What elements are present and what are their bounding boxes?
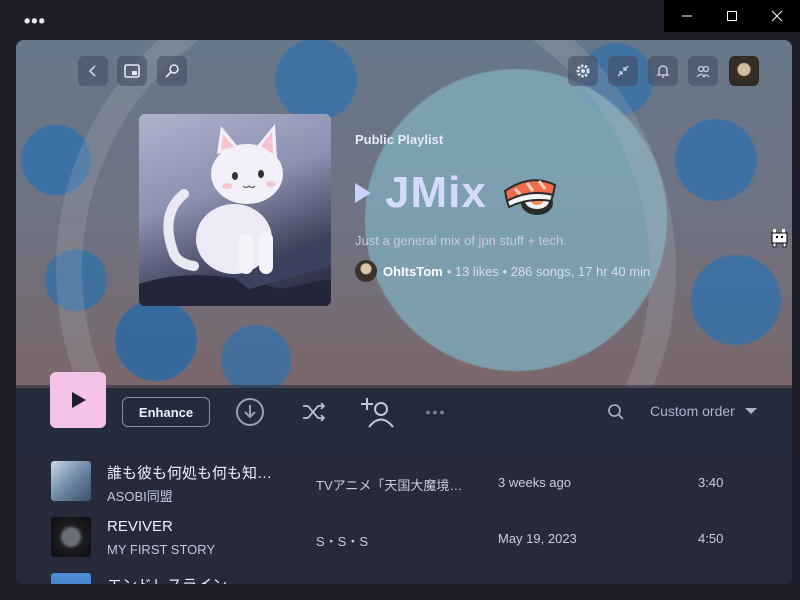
playlist-stats-row: OhItsTom • 13 likes • 286 songs, 17 hr 4… bbox=[355, 260, 650, 282]
track-row[interactable]: REVIVER MY FIRST STORY S・S・S May 19, 202… bbox=[16, 513, 792, 569]
miniplayer-button[interactable] bbox=[117, 56, 147, 86]
track-title[interactable]: エンドレスライン bbox=[107, 574, 227, 584]
maximize-icon bbox=[726, 11, 737, 21]
playlist-description: Just a general mix of jpn stuff + tech. bbox=[355, 233, 567, 248]
search-icon bbox=[165, 64, 179, 78]
playlist-info: Public Playlist JMix Just a general mix … bbox=[355, 132, 650, 282]
gear-icon bbox=[576, 64, 590, 78]
track-duration: 4:50 bbox=[698, 531, 724, 546]
track-date-added: May 19, 2023 bbox=[498, 531, 577, 546]
track-album[interactable]: S・S・S bbox=[316, 531, 368, 550]
track-row[interactable]: エンドレスライン bbox=[16, 569, 792, 584]
minimize-button[interactable] bbox=[664, 0, 709, 32]
track-duration: 3:40 bbox=[698, 475, 724, 490]
app-window: Public Playlist JMix Just a general mix … bbox=[16, 40, 792, 584]
user-avatar[interactable] bbox=[729, 56, 759, 86]
app-menu-button[interactable]: ••• bbox=[24, 12, 46, 30]
action-bar: Enhance ••• Custom order bbox=[16, 372, 792, 455]
collapse-button[interactable] bbox=[608, 56, 638, 86]
playlist-title-row: JMix bbox=[355, 163, 650, 223]
track-title[interactable]: 誰も彼も何処も何も知… bbox=[107, 462, 272, 483]
minimize-arrows-icon bbox=[617, 65, 629, 77]
track-thumbnail bbox=[51, 517, 91, 557]
play-button[interactable] bbox=[50, 372, 106, 428]
friends-icon bbox=[696, 65, 710, 78]
playlist-title: JMix bbox=[385, 168, 487, 217]
picture-in-picture-icon bbox=[124, 64, 140, 78]
sort-label: Custom order bbox=[650, 403, 735, 419]
track-row[interactable]: 誰も彼も何処も何も知… ASOBI同盟 TVアニメ「天国大魔境… 3 weeks… bbox=[16, 457, 792, 513]
search-button[interactable] bbox=[157, 56, 187, 86]
sort-dropdown[interactable]: Custom order bbox=[650, 403, 757, 419]
owner-avatar[interactable] bbox=[355, 260, 377, 282]
pixel-cat-icon bbox=[771, 229, 788, 248]
shuffle-icon bbox=[303, 402, 326, 422]
bell-icon bbox=[656, 65, 670, 78]
shuffle-button[interactable] bbox=[298, 396, 330, 428]
add-collaborator-button[interactable] bbox=[360, 396, 396, 428]
more-options-button[interactable]: ••• bbox=[418, 396, 454, 428]
owner-link[interactable]: OhItsTom bbox=[383, 264, 443, 279]
playlist-type-label: Public Playlist bbox=[355, 132, 444, 147]
playlist-stats: • 13 likes • 286 songs, 17 hr 40 min bbox=[446, 263, 651, 279]
download-icon bbox=[236, 398, 264, 426]
sushi-emoji-icon bbox=[503, 179, 556, 215]
close-button[interactable] bbox=[754, 0, 799, 32]
play-arrow-icon bbox=[355, 183, 371, 203]
track-artist[interactable]: ASOBI同盟 bbox=[107, 486, 173, 505]
chevron-down-icon bbox=[744, 408, 757, 414]
minimize-icon bbox=[681, 15, 692, 17]
track-title[interactable]: REVIVER bbox=[107, 518, 173, 535]
cat-illustration-icon bbox=[139, 124, 331, 306]
track-list: 誰も彼も何処も何も知… ASOBI同盟 TVアニメ「天国大魔境… 3 weeks… bbox=[16, 455, 792, 584]
search-icon bbox=[608, 404, 624, 420]
search-in-playlist-button[interactable] bbox=[604, 396, 628, 428]
download-button[interactable] bbox=[234, 396, 266, 428]
friend-activity-button[interactable] bbox=[688, 56, 718, 86]
track-thumbnail bbox=[51, 461, 91, 501]
play-icon bbox=[72, 392, 86, 408]
add-user-icon bbox=[361, 398, 394, 428]
track-artist[interactable]: MY FIRST STORY bbox=[107, 542, 215, 557]
track-thumbnail bbox=[51, 573, 91, 584]
settings-button[interactable] bbox=[568, 56, 598, 86]
track-album[interactable]: TVアニメ「天国大魔境… bbox=[316, 475, 462, 494]
window-controls bbox=[664, 0, 800, 32]
track-date-added: 3 weeks ago bbox=[498, 475, 571, 490]
back-button[interactable] bbox=[78, 56, 108, 86]
maximize-button[interactable] bbox=[709, 0, 754, 32]
enhance-button[interactable]: Enhance bbox=[122, 397, 210, 427]
playlist-cover bbox=[139, 114, 331, 306]
notifications-button[interactable] bbox=[648, 56, 678, 86]
close-icon bbox=[771, 10, 782, 22]
chevron-left-icon bbox=[88, 65, 96, 77]
title-bar: ••• bbox=[0, 0, 800, 40]
